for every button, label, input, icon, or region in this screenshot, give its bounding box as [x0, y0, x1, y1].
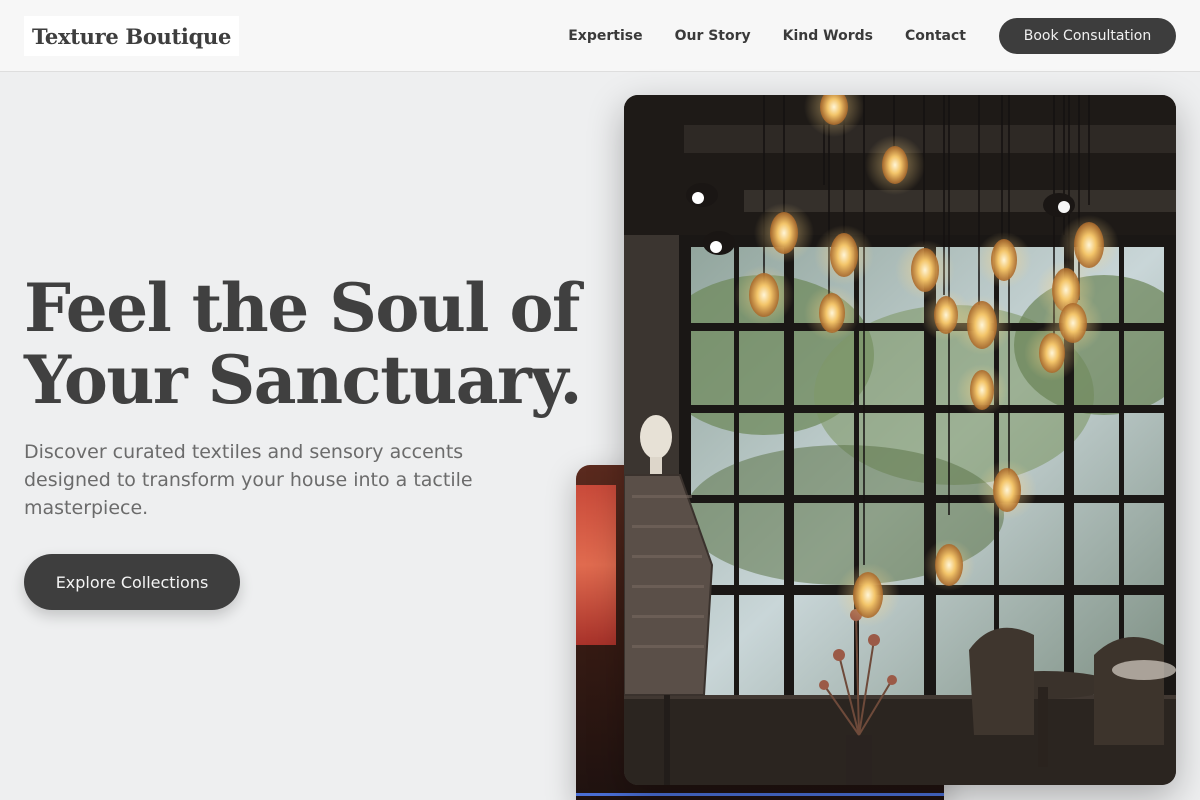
explore-collections-button[interactable]: Explore Collections: [24, 554, 240, 610]
boutique-interior-image: [624, 95, 1176, 785]
photo-detail: [576, 793, 944, 796]
nav-link-contact[interactable]: Contact: [905, 28, 966, 44]
brand-logo[interactable]: Texture Boutique: [24, 16, 240, 56]
nav-links: Expertise Our Story Kind Words Contact: [536, 0, 966, 72]
nav-link-expertise[interactable]: Expertise: [568, 28, 642, 44]
hero-title-line-1: Feel the Soul of: [24, 269, 580, 347]
hero-title-line-2: Your Sanctuary.: [24, 341, 583, 419]
hero-photo: [624, 95, 1176, 785]
book-consultation-button[interactable]: Book Consultation: [999, 18, 1176, 54]
top-navigation: Texture Boutique Expertise Our Story Kin…: [0, 0, 1200, 72]
hero-subtitle: Discover curated textiles and sensory ac…: [24, 441, 473, 519]
photo-detail: [576, 485, 616, 645]
hero-title: Feel the Soul of Your Sanctuary.: [24, 272, 604, 416]
nav-link-kind-words[interactable]: Kind Words: [783, 28, 873, 44]
nav-link-our-story[interactable]: Our Story: [675, 28, 751, 44]
